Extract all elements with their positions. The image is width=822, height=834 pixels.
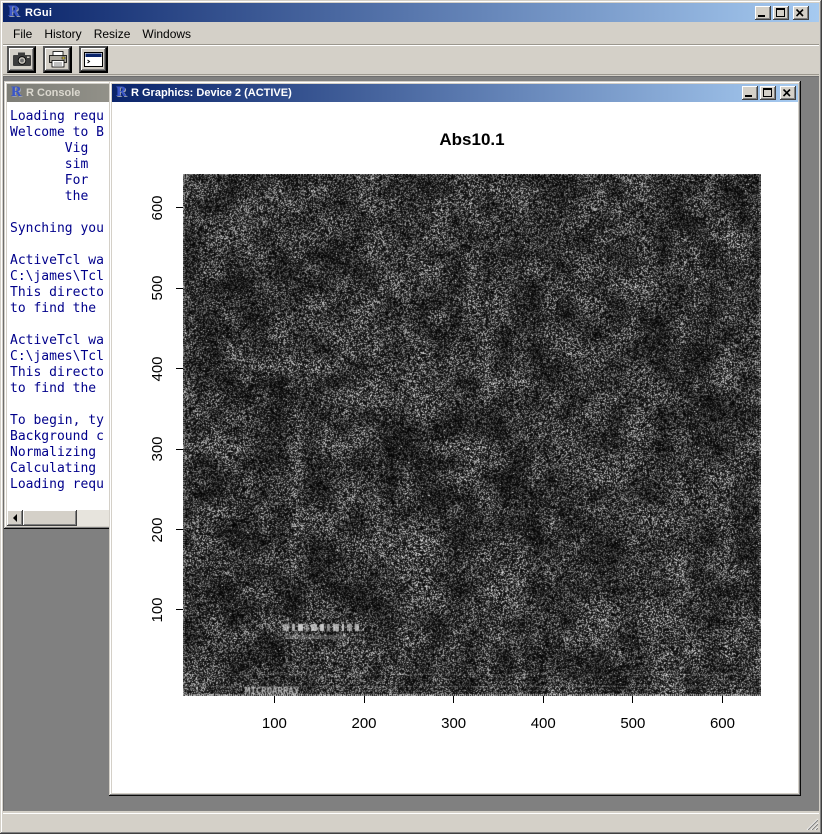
x-axis-tick (632, 696, 633, 703)
menu-item-file[interactable]: File (7, 25, 38, 43)
y-axis-tick (176, 529, 183, 530)
close-button[interactable] (793, 6, 809, 20)
r-logo-icon: R (114, 86, 128, 100)
menu-item-windows[interactable]: Windows (136, 25, 197, 43)
x-axis-tick (722, 696, 723, 703)
close-icon (796, 9, 804, 17)
graphics-window: R R Graphics: Device 2 (ACTIVE) Abs10.1 … (109, 81, 801, 796)
title-bar[interactable]: R RGui (3, 3, 819, 22)
y-axis-tick-label: 200 (149, 508, 165, 552)
menu-item-resize[interactable]: Resize (88, 25, 137, 43)
r-logo-icon: R (9, 86, 23, 100)
graphics-window-title: R Graphics: Device 2 (ACTIVE) (131, 87, 739, 99)
y-axis-tick (176, 368, 183, 369)
scrollbar-thumb[interactable] (23, 510, 77, 526)
menu-item-history[interactable]: History (38, 25, 87, 43)
mdi-client-area: R R Console Loading requ Welcome to B Vi… (3, 76, 819, 811)
y-axis-tick (176, 609, 183, 610)
x-axis-tick (274, 696, 275, 703)
y-axis-tick-label: 300 (149, 427, 165, 471)
arrow-left-icon (13, 514, 17, 522)
menu-bar: FileHistoryResizeWindows (3, 24, 819, 43)
print-button[interactable] (43, 46, 72, 73)
resize-grip[interactable] (805, 817, 818, 830)
plot-region: Abs10.1 100 200 300 400 500 600 100 200 300 400 50… (112, 102, 798, 793)
y-axis-tick (176, 207, 183, 208)
printer-icon (48, 51, 68, 68)
microarray-image (183, 174, 761, 696)
y-axis-tick-label: 400 (149, 347, 165, 391)
console-window-icon (84, 52, 103, 67)
r-logo-icon: R (6, 5, 21, 20)
rgui-window: R RGui FileHistoryResizeWindows (0, 0, 822, 834)
x-axis-tick (543, 696, 544, 703)
minimize-icon (758, 15, 765, 17)
x-axis-tick-label: 100 (244, 715, 304, 732)
copy-to-clipboard-button[interactable] (7, 46, 36, 73)
console-button[interactable] (79, 46, 108, 73)
x-axis-tick-label: 600 (692, 715, 752, 732)
minimize-icon (745, 95, 752, 97)
console-window-title: R Console (26, 87, 80, 99)
x-axis-tick-label: 200 (334, 715, 394, 732)
camera-icon (12, 52, 32, 67)
y-axis-tick-label: 500 (149, 266, 165, 310)
maximize-icon (776, 8, 785, 17)
graphics-maximize-button[interactable] (760, 86, 776, 100)
minimize-button[interactable] (755, 6, 771, 20)
toolbar (3, 44, 819, 75)
y-axis-tick-label: 100 (149, 588, 165, 632)
graphics-title-bar[interactable]: R R Graphics: Device 2 (ACTIVE) (112, 84, 798, 102)
y-axis-tick (176, 288, 183, 289)
window-title: RGui (25, 7, 751, 19)
y-axis-tick-label: 600 (149, 186, 165, 230)
x-axis-tick-label: 300 (424, 715, 484, 732)
graphics-close-button[interactable] (780, 86, 796, 100)
x-axis-tick (364, 696, 365, 703)
scroll-left-button[interactable] (7, 510, 23, 526)
status-bar (3, 813, 819, 831)
x-axis-tick (453, 696, 454, 703)
y-axis-tick (176, 449, 183, 450)
x-axis-tick-label: 400 (513, 715, 573, 732)
close-icon (783, 89, 791, 97)
maximize-icon (763, 88, 772, 97)
x-axis-tick-label: 500 (603, 715, 663, 732)
maximize-button[interactable] (773, 6, 789, 20)
plot-title: Abs10.1 (183, 130, 761, 150)
graphics-minimize-button[interactable] (742, 86, 758, 100)
